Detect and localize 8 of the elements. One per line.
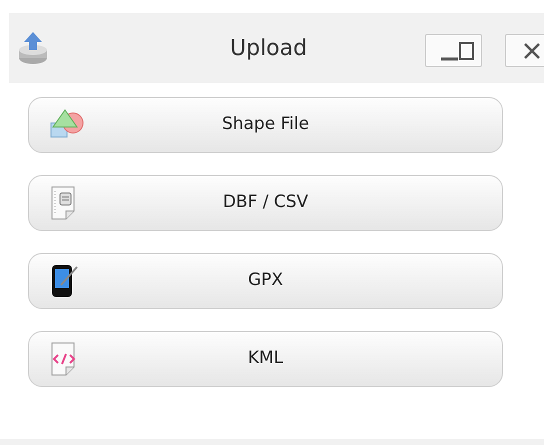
window-title: Upload — [230, 34, 308, 62]
close-icon — [523, 42, 541, 60]
upload-option-button[interactable]: GPX — [28, 253, 503, 309]
upload-database-icon — [17, 30, 49, 66]
upload-option-button[interactable]: DBF / CSV — [28, 175, 503, 231]
upload-option-button[interactable]: Shape File — [28, 97, 503, 153]
minimize-maximize-button[interactable] — [425, 34, 482, 67]
upload-option-button[interactable]: KML — [28, 331, 503, 387]
